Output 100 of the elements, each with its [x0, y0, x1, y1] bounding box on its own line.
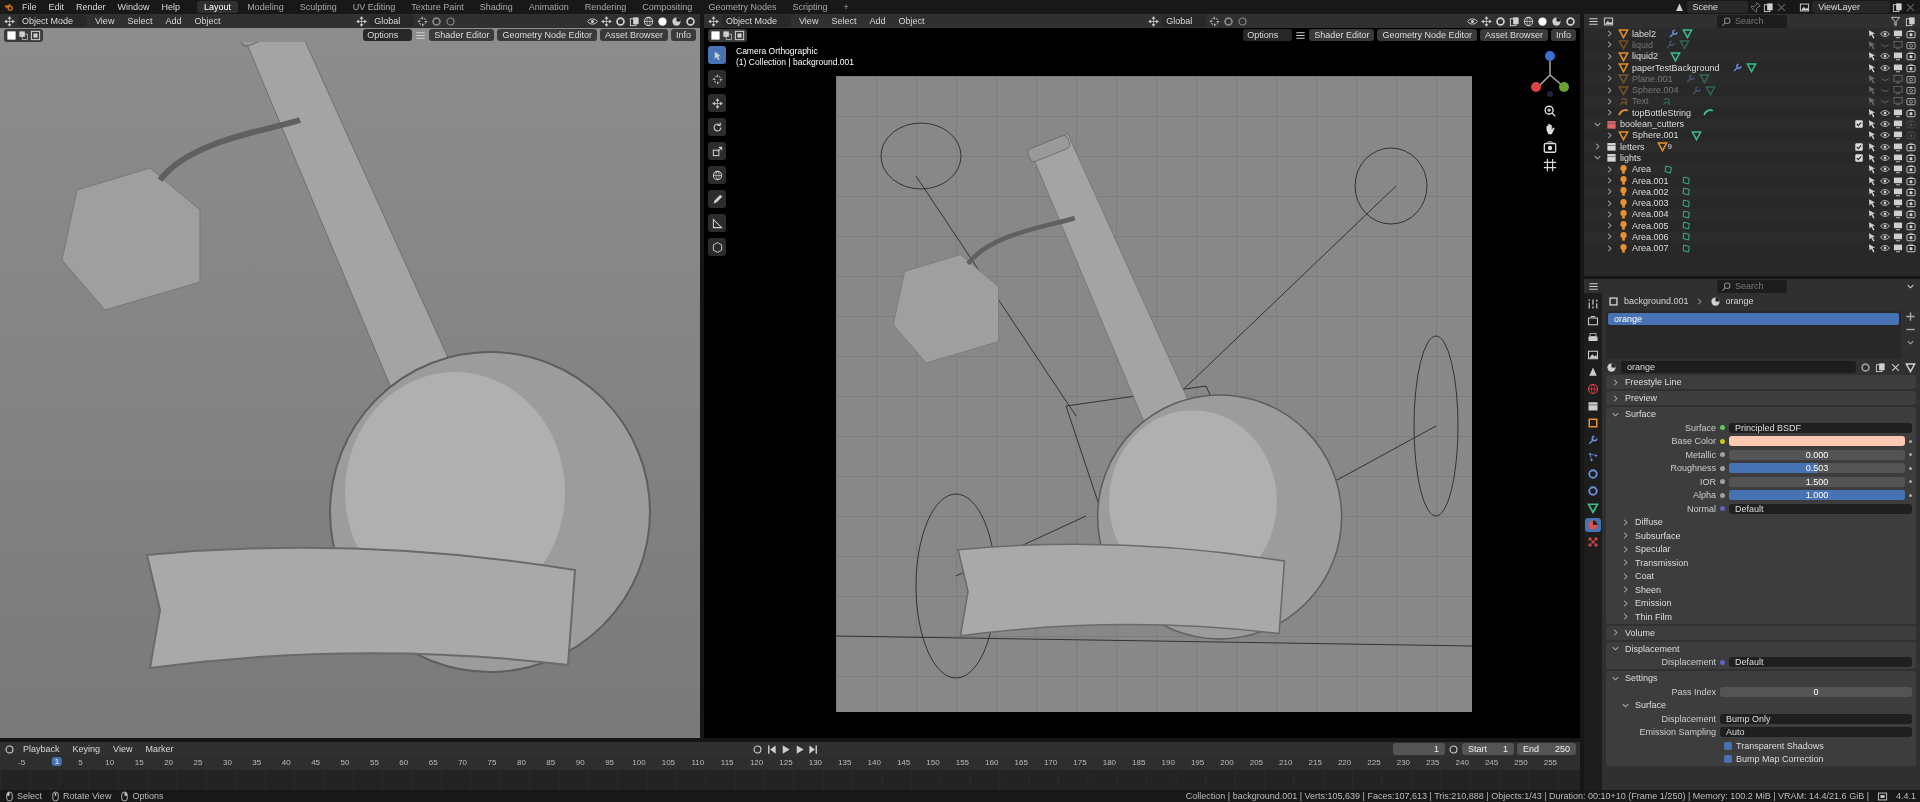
editor-button[interactable]: Asset Browser: [599, 29, 668, 41]
solid-viewport[interactable]: Options Shader Editor Geometry Node Editor Asset Browser Info: [0, 28, 700, 738]
slider-field[interactable]: 1.000: [1729, 490, 1905, 501]
slider-field[interactable]: 1.500: [1729, 476, 1905, 487]
menu-item[interactable]: Playback: [18, 744, 65, 754]
workspace-tab[interactable]: Geometry Nodes: [701, 1, 784, 13]
outliner-item[interactable]: Area.001: [1632, 175, 1669, 186]
menu-item[interactable]: Add: [160, 16, 187, 26]
menu-item[interactable]: Window: [112, 2, 155, 12]
menu-item[interactable]: View: [108, 744, 138, 754]
workspace-tab[interactable]: Modeling: [240, 1, 291, 13]
panel-title[interactable]: Surface: [1635, 700, 1667, 711]
outliner-item[interactable]: Area.006: [1632, 232, 1669, 242]
dropdown[interactable]: Auto: [1720, 727, 1912, 738]
outliner-item[interactable]: Area: [1632, 164, 1651, 175]
editor-button[interactable]: Geometry Node Editor: [1377, 29, 1477, 41]
workspace-tab[interactable]: Compositing: [635, 1, 700, 13]
workspace-tab[interactable]: Rendering: [577, 1, 634, 13]
workspace-tab[interactable]: Layout: [197, 1, 239, 13]
workspace-tab[interactable]: Animation: [521, 1, 576, 13]
workspace-tab[interactable]: Scripting: [785, 1, 835, 13]
start-frame-field[interactable]: Start 1: [1461, 743, 1514, 755]
panel-title[interactable]: Diffuse: [1635, 517, 1663, 528]
camera-viewport[interactable]: Options Shader Editor Geometry Node Editor Asset Browser Info Camera Orthographic (1) Collection | background.001: [704, 28, 1580, 738]
socket-field[interactable]: Principled BSDF: [1729, 422, 1912, 433]
panel-title[interactable]: Volume: [1625, 627, 1656, 638]
camera-title: Camera Orthographic: [736, 46, 819, 57]
options-dropdown[interactable]: Options: [363, 29, 413, 41]
outliner-item[interactable]: paperTestBackground: [1632, 62, 1720, 73]
outliner-item[interactable]: Area.003: [1632, 198, 1669, 209]
view-layer-field[interactable]: ViewLayer: [1812, 1, 1890, 13]
menu-item[interactable]: Select: [122, 16, 158, 26]
outliner-item[interactable]: Area.007: [1632, 243, 1669, 254]
menu-item[interactable]: View: [90, 16, 120, 26]
slider-field[interactable]: 0.000: [1729, 449, 1905, 460]
mode-dropdown[interactable]: Object Mode: [18, 15, 88, 27]
outliner-item[interactable]: lights: [1620, 152, 1641, 163]
playhead[interactable]: 1: [51, 757, 63, 766]
scene-field[interactable]: Scene: [1686, 1, 1749, 13]
editor-button[interactable]: Asset Browser: [1479, 29, 1548, 41]
slider-field[interactable]: 0.503: [1729, 463, 1905, 474]
menu-item[interactable]: Edit: [43, 2, 70, 12]
panel-title[interactable]: Displacement: [1625, 643, 1680, 654]
frame-number: 255: [1543, 758, 1558, 767]
editor-button[interactable]: Info: [1551, 29, 1576, 41]
menu-item[interactable]: Keying: [67, 744, 106, 754]
workspace-tab[interactable]: UV Editing: [345, 1, 403, 13]
panel-title[interactable]: Subsurface: [1635, 530, 1681, 541]
editor-button[interactable]: Shader Editor: [1309, 29, 1375, 41]
material-slot-list[interactable]: orange: [1606, 311, 1901, 359]
material-name-field[interactable]: orange: [1621, 361, 1856, 373]
workspace-tab[interactable]: Shading: [472, 1, 520, 13]
outliner-item[interactable]: label2: [1632, 28, 1657, 39]
panel-title[interactable]: Settings: [1625, 673, 1658, 683]
workspace-tab[interactable]: Sculpting: [292, 1, 344, 13]
outliner-item[interactable]: liquid2: [1632, 51, 1659, 62]
options-dropdown[interactable]: Options: [1243, 29, 1293, 41]
editor-button[interactable]: Shader Editor: [429, 29, 495, 41]
outliner-item[interactable]: topBottleString: [1632, 107, 1692, 118]
outliner-item[interactable]: Area.004: [1632, 209, 1669, 220]
outliner-item[interactable]: letters: [1620, 141, 1645, 152]
menu-item[interactable]: Object: [893, 16, 930, 26]
search-field[interactable]: Search: [1717, 14, 1787, 28]
menu-item[interactable]: Add: [864, 16, 891, 26]
number-field[interactable]: 0: [1720, 686, 1912, 697]
panel-title[interactable]: Thin Film: [1635, 611, 1672, 622]
menu-item[interactable]: Object: [189, 16, 226, 26]
editor-button[interactable]: Geometry Node Editor: [497, 29, 597, 41]
outliner-item[interactable]: boolean_cutters: [1620, 119, 1685, 129]
panel-title[interactable]: Sheen: [1635, 584, 1662, 595]
menu-item[interactable]: File: [17, 2, 42, 12]
dropdown[interactable]: Bump Only: [1720, 713, 1912, 724]
outliner-item[interactable]: Area.005: [1632, 220, 1669, 231]
panel-title[interactable]: Emission: [1635, 598, 1672, 609]
menu-item[interactable]: View: [794, 16, 824, 26]
search-field[interactable]: Search: [1717, 279, 1787, 293]
panel-title[interactable]: Surface: [1625, 409, 1657, 419]
menu-item[interactable]: Render: [71, 2, 111, 12]
socket-field[interactable]: Default: [1729, 503, 1912, 514]
mode-dropdown[interactable]: Object Mode: [722, 15, 792, 27]
panel-title[interactable]: Specular: [1635, 544, 1671, 555]
material-slot[interactable]: orange: [1608, 313, 1899, 325]
socket-field[interactable]: Default: [1729, 657, 1912, 668]
orientation-dropdown[interactable]: Global: [370, 15, 415, 27]
frame-ruler[interactable]: -5 1 5 10 15 20 25 30 35 40 45 50 55 60 65 70 75 80 85 90 95 100 105 110 115 120 125 130 135 140 145 150 155 160 165 170 175 180 185 190 195 200 205 210 215 220 225 230 235 240 245 250 255: [0, 756, 1580, 770]
panel-title[interactable]: Transmission: [1635, 557, 1689, 568]
menu-item[interactable]: Select: [826, 16, 862, 26]
panel-title[interactable]: Coat: [1635, 571, 1654, 582]
outliner-item[interactable]: Sphere.001: [1632, 130, 1679, 141]
orientation-dropdown[interactable]: Global: [1162, 15, 1207, 27]
current-frame-field[interactable]: 1: [1392, 743, 1445, 755]
add-workspace-button[interactable]: +: [836, 1, 856, 13]
menu-item[interactable]: Help: [156, 2, 186, 12]
panel-title[interactable]: Freestyle Line: [1625, 377, 1682, 387]
editor-button[interactable]: Info: [671, 29, 696, 41]
panel-title[interactable]: Preview: [1625, 393, 1657, 403]
outliner-item[interactable]: Area.002: [1632, 186, 1669, 197]
workspace-tab[interactable]: Texture Paint: [404, 1, 471, 13]
end-frame-field[interactable]: End 250: [1516, 743, 1576, 755]
menu-item[interactable]: Marker: [140, 744, 179, 754]
